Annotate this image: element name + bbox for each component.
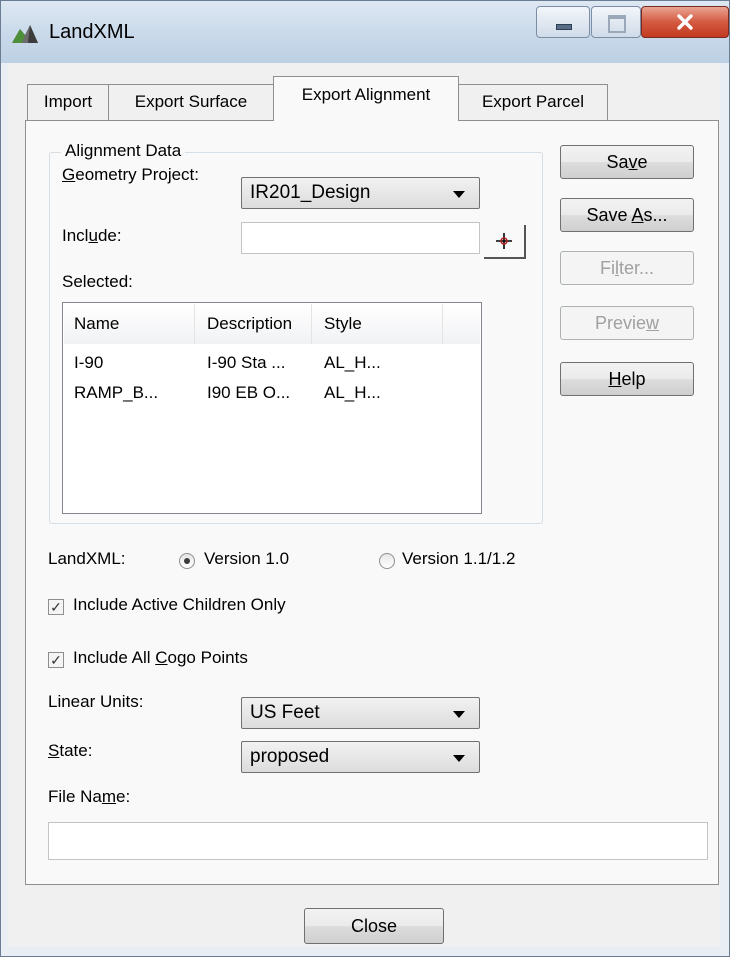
close-window-button[interactable] xyxy=(641,6,729,38)
list-cell-style: AL_H... xyxy=(324,383,381,402)
checkmark-icon: ✓ xyxy=(50,599,62,615)
list-cell-description: I90 EB O... xyxy=(207,383,291,402)
title-bar[interactable]: LandXML xyxy=(1,1,729,63)
close-button[interactable]: Close xyxy=(304,908,444,944)
selected-alignments-list[interactable]: Name Description Style I-90 I-90 Sta ...… xyxy=(62,302,482,514)
version-1-1-label[interactable]: Version 1.1/1.2 xyxy=(402,549,515,569)
column-header-style[interactable]: Style xyxy=(312,304,443,344)
version-1-1-radio[interactable] xyxy=(379,553,395,569)
include-input[interactable] xyxy=(241,222,480,254)
active-children-label[interactable]: Include Active Children Only xyxy=(73,595,286,615)
geometry-project-label: Geometry Project: xyxy=(62,165,199,184)
selected-label: Selected: xyxy=(62,272,133,291)
version-1-0-label[interactable]: Version 1.0 xyxy=(204,549,289,569)
geometry-project-value: IR201_Design xyxy=(250,182,371,203)
minimize-button[interactable] xyxy=(536,6,590,38)
alignment-data-title: Alignment Data xyxy=(61,141,186,161)
save-button[interactable]: Save xyxy=(560,145,694,179)
column-header-name[interactable]: Name xyxy=(64,304,195,344)
checkmark-icon: ✓ xyxy=(50,652,62,668)
crosshair-icon xyxy=(496,233,512,249)
help-button[interactable]: Help xyxy=(560,362,694,396)
linear-units-value: US Feet xyxy=(250,702,320,723)
tab-import[interactable]: Import xyxy=(27,84,109,120)
include-label: Include: xyxy=(62,226,122,245)
chevron-down-icon xyxy=(453,711,465,718)
list-item[interactable]: RAMP_B... I90 EB O... AL_H... xyxy=(63,383,481,407)
state-label: State: xyxy=(48,741,93,760)
landxml-version-label: LandXML: xyxy=(48,549,126,568)
state-combo[interactable]: proposed xyxy=(241,741,480,773)
list-cell-description: I-90 Sta ... xyxy=(207,353,286,372)
list-cell-name: I-90 xyxy=(74,353,104,372)
chevron-down-icon xyxy=(453,755,465,762)
preview-button[interactable]: Preview xyxy=(560,306,694,340)
close-icon xyxy=(677,14,693,30)
chevron-down-icon xyxy=(453,191,465,198)
maximize-icon xyxy=(608,15,626,33)
linear-units-label: Linear Units: xyxy=(48,692,144,711)
state-value: proposed xyxy=(250,746,330,767)
filter-button[interactable]: Filter... xyxy=(560,251,694,285)
column-header-filler xyxy=(443,304,480,344)
tab-export-alignment[interactable]: Export Alignment xyxy=(273,76,459,121)
list-cell-style: AL_H... xyxy=(324,353,381,372)
version-1-0-radio[interactable] xyxy=(179,553,195,569)
window-title: LandXML xyxy=(49,21,135,43)
tab-export-parcel[interactable]: Export Parcel xyxy=(458,84,608,120)
maximize-button[interactable] xyxy=(591,6,641,38)
list-cell-name: RAMP_B... xyxy=(74,383,159,402)
locate-button[interactable] xyxy=(484,225,526,259)
column-header-description[interactable]: Description xyxy=(195,304,312,344)
tab-export-surface[interactable]: Export Surface xyxy=(108,84,274,120)
cogo-points-label[interactable]: Include All Cogo Points xyxy=(73,648,248,668)
active-children-checkbox[interactable]: ✓ xyxy=(48,599,64,615)
save-as-button[interactable]: Save As... xyxy=(560,198,694,232)
landxml-app-icon xyxy=(12,25,38,43)
list-item[interactable]: I-90 I-90 Sta ... AL_H... xyxy=(63,353,481,377)
geometry-project-combo[interactable]: IR201_Design xyxy=(241,177,480,209)
file-name-label: File Name: xyxy=(48,787,131,806)
linear-units-combo[interactable]: US Feet xyxy=(241,697,480,729)
cogo-points-checkbox[interactable]: ✓ xyxy=(48,652,64,668)
file-name-input[interactable] xyxy=(48,822,708,860)
minimize-icon xyxy=(556,24,572,30)
